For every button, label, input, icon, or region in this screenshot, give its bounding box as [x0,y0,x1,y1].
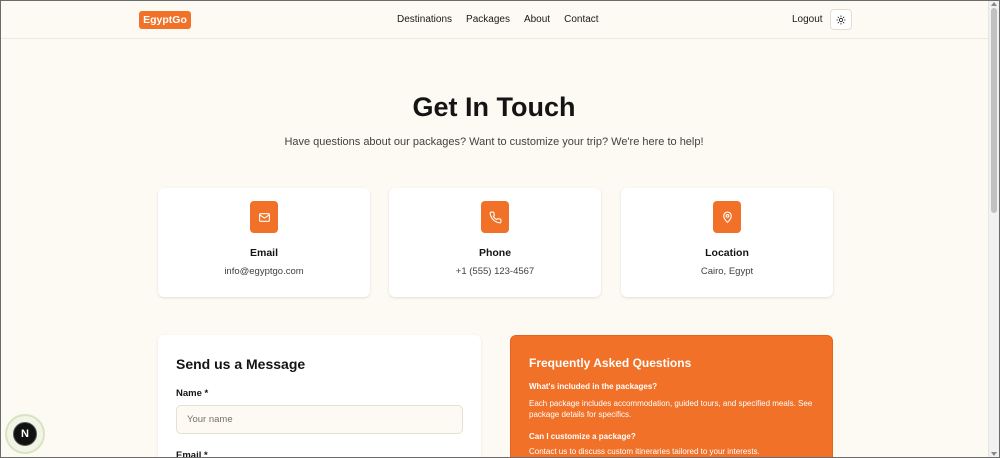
faq-answer: Contact us to discuss custom itineraries… [529,447,760,456]
scroll-down-icon[interactable] [991,452,997,456]
phone-icon-box [481,201,509,233]
form-title: Send us a Message [176,356,306,372]
nav-packages[interactable]: Packages [466,14,510,25]
email-card-title: Email [249,247,278,259]
map-pin-icon [722,211,732,223]
email-icon-box [250,201,278,233]
faq-question: What's included in the packages? [529,382,658,391]
phone-card-title: Phone [478,247,512,259]
name-input[interactable] [176,405,463,434]
message-form: Send us a Message Name * Email * [158,335,481,458]
nav-destinations[interactable]: Destinations [397,14,452,25]
location-card-value: Cairo, Egypt [700,266,754,277]
vertical-scrollbar[interactable] [988,0,999,458]
name-label: Name * [176,388,209,399]
scroll-up-icon[interactable] [991,2,997,6]
faq-title: Frequently Asked Questions [529,356,692,370]
location-card: Location Cairo, Egypt [621,188,833,297]
location-icon-box [713,201,741,233]
page-title: Get In Touch [412,92,576,122]
logout-button[interactable]: Logout [792,14,823,25]
faq-answer: Each package includes accommodation, gui… [529,399,813,419]
email-label: Email * [176,450,208,458]
phone-icon [489,211,501,223]
n-logo-icon: N [13,422,37,446]
top-header: EgyptGo Destinations Packages About Cont… [0,0,988,39]
nav-about[interactable]: About [524,14,550,25]
dev-tools-badge[interactable]: N [5,414,45,454]
scroll-thumb[interactable] [991,8,997,213]
page-subtitle: Have questions about our packages? Want … [284,136,704,148]
faq-question: Can I customize a package? [529,432,636,441]
location-card-title: Location [705,247,749,259]
phone-card-value: +1 (555) 123-4567 [455,266,535,277]
phone-card: Phone +1 (555) 123-4567 [389,188,601,297]
logo-button[interactable]: EgyptGo [139,11,191,29]
email-card-value: info@egyptgo.com [224,266,304,277]
mail-icon [258,212,270,222]
sun-icon [836,14,846,25]
nav-contact[interactable]: Contact [564,14,598,25]
faq-panel: Frequently Asked Questions What's includ… [510,335,833,458]
theme-toggle-button[interactable] [830,9,852,30]
main-nav: Destinations Packages About Contact [397,14,599,25]
email-card: Email info@egyptgo.com [158,188,370,297]
